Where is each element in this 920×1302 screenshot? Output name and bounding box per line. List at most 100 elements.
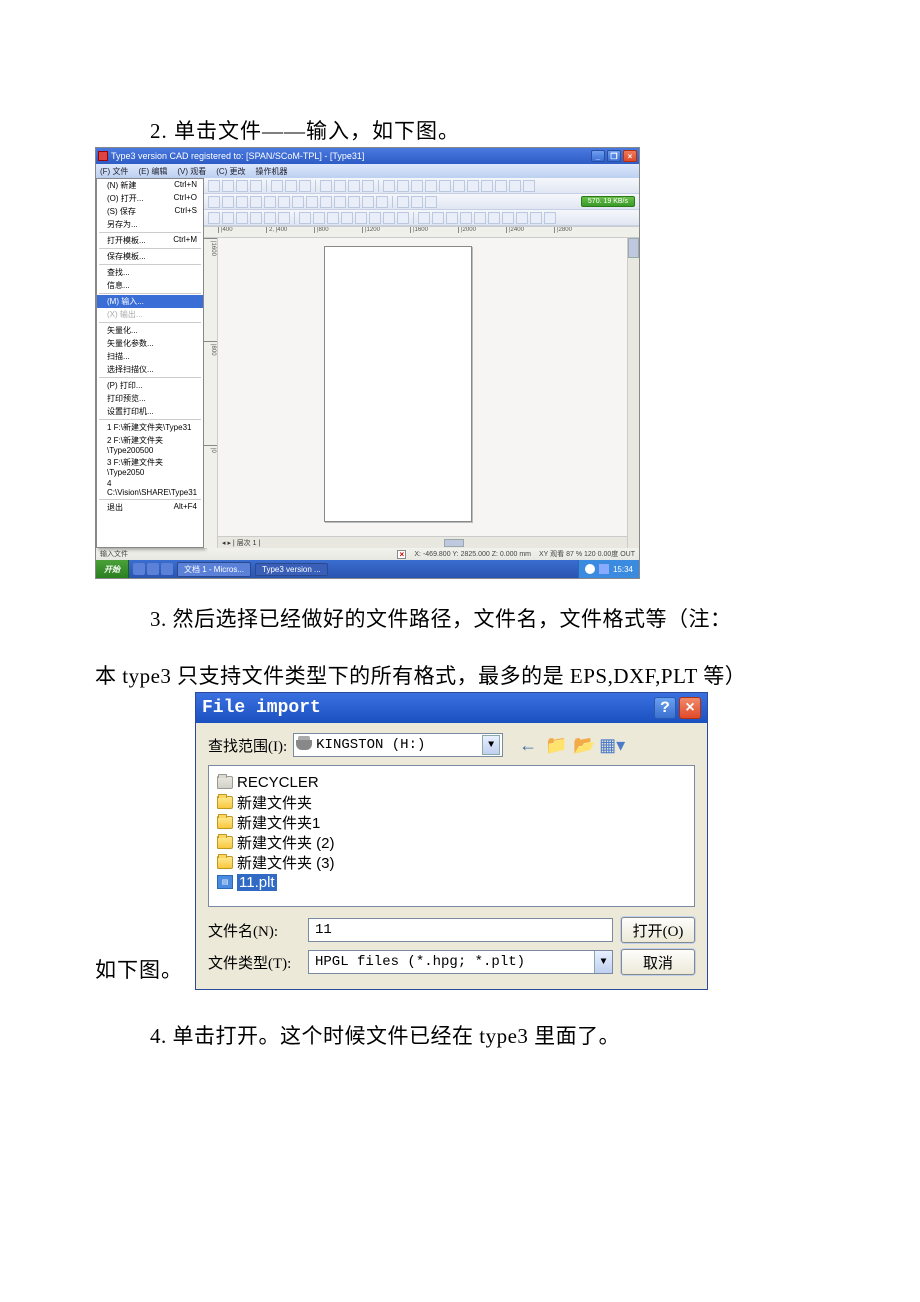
menu-modify[interactable]: (C) 更改	[216, 166, 245, 177]
tool-icon[interactable]	[362, 180, 374, 192]
menu-item-vector[interactable]: 矢量化...	[97, 324, 203, 337]
menu-item-print[interactable]: (P) 打印...	[97, 379, 203, 392]
menu-item-save-template[interactable]: 保存模板...	[97, 250, 203, 263]
tool-icon[interactable]	[425, 180, 437, 192]
menu-item-info[interactable]: 信息...	[97, 279, 203, 292]
tool-icon[interactable]	[222, 196, 234, 208]
tool-icon[interactable]	[278, 212, 290, 224]
tool-icon[interactable]	[236, 180, 248, 192]
menu-item-save[interactable]: (S) 保存Ctrl+S	[97, 205, 203, 218]
tool-icon[interactable]	[208, 180, 220, 192]
menu-machine[interactable]: 操作机器	[256, 166, 288, 177]
quicklaunch-icon[interactable]	[133, 563, 145, 575]
tool-icon[interactable]	[334, 196, 346, 208]
menu-view[interactable]: (V) 观看	[177, 166, 206, 177]
tool-icon[interactable]	[292, 196, 304, 208]
tool-icon[interactable]	[313, 212, 325, 224]
canvas[interactable]: ◂ ▸ | 层次 1 |	[218, 238, 639, 548]
tool-icon[interactable]	[383, 180, 395, 192]
tool-icon[interactable]	[271, 180, 283, 192]
dropdown-arrow-icon[interactable]: ▼	[482, 735, 500, 755]
tool-icon[interactable]	[208, 212, 220, 224]
taskbar-item-word[interactable]: 文档 1 - Micros...	[177, 562, 251, 577]
tool-icon[interactable]	[341, 212, 353, 224]
tool-icon[interactable]	[488, 212, 500, 224]
tool-icon[interactable]	[439, 180, 451, 192]
tool-icon[interactable]	[530, 212, 542, 224]
tool-icon[interactable]	[509, 180, 521, 192]
help-button[interactable]: ?	[654, 697, 676, 719]
tool-icon[interactable]	[222, 212, 234, 224]
tool-icon[interactable]	[495, 180, 507, 192]
open-button[interactable]: 打开(O)	[621, 917, 695, 943]
view-menu-icon[interactable]: ▦▾	[601, 734, 623, 756]
tool-icon[interactable]	[369, 212, 381, 224]
list-item[interactable]: 新建文件夹 (3)	[217, 852, 686, 872]
tool-icon[interactable]	[355, 212, 367, 224]
tool-icon[interactable]	[264, 212, 276, 224]
tool-icon[interactable]	[236, 212, 248, 224]
tool-icon[interactable]	[348, 196, 360, 208]
menu-edit[interactable]: (E) 编辑	[138, 166, 167, 177]
tool-icon[interactable]	[208, 196, 220, 208]
up-folder-icon[interactable]: 📁	[545, 734, 567, 756]
lookin-combo[interactable]: KINGSTON (H:) ▼	[293, 733, 503, 757]
tool-icon[interactable]	[320, 196, 332, 208]
tool-icon[interactable]	[376, 196, 388, 208]
file-list[interactable]: RECYCLER 新建文件夹 新建文件夹1 新建文件夹 (2) 新建文件夹 (3…	[208, 765, 695, 907]
taskbar-item-type3[interactable]: Type3 version ...	[255, 563, 328, 576]
tray-icon[interactable]	[585, 564, 595, 574]
menu-item-recent-2[interactable]: 2 F:\新建文件夹\Type200500	[97, 434, 203, 456]
tool-icon[interactable]	[334, 180, 346, 192]
tool-icon[interactable]	[502, 212, 514, 224]
new-folder-icon[interactable]: 📂	[573, 734, 595, 756]
menu-item-exit[interactable]: 退出Alt+F4	[97, 501, 203, 514]
menu-item-print-setup[interactable]: 设置打印机...	[97, 405, 203, 418]
menu-item-saveas[interactable]: 另存为...	[97, 218, 203, 231]
menu-item-new[interactable]: (N) 新建Ctrl+N	[97, 179, 203, 192]
menu-item-recent-4[interactable]: 4 C:\Vision\SHARE\Type31	[97, 478, 203, 498]
tool-icon[interactable]	[306, 196, 318, 208]
tool-icon[interactable]	[411, 180, 423, 192]
scrollbar-vertical[interactable]	[627, 238, 639, 548]
tool-icon[interactable]	[516, 212, 528, 224]
list-item[interactable]: 新建文件夹 (2)	[217, 832, 686, 852]
tool-icon[interactable]	[446, 212, 458, 224]
tool-icon[interactable]	[278, 196, 290, 208]
dropdown-arrow-icon[interactable]: ▼	[594, 951, 612, 973]
tool-icon[interactable]	[544, 212, 556, 224]
close-button[interactable]: ×	[623, 150, 637, 162]
scrollbar-horizontal[interactable]: ◂ ▸ | 层次 1 |	[218, 536, 627, 548]
minimize-button[interactable]: _	[591, 150, 605, 162]
tool-icon[interactable]	[397, 196, 409, 208]
list-item-selected[interactable]: ▤11.plt	[217, 872, 686, 892]
tool-icon[interactable]	[250, 196, 262, 208]
filetype-combo[interactable]: HPGL files (*.hpg; *.plt) ▼	[308, 950, 613, 974]
list-item[interactable]: RECYCLER	[217, 772, 686, 792]
tool-icon[interactable]	[250, 212, 262, 224]
tool-icon[interactable]	[299, 180, 311, 192]
list-item[interactable]: 新建文件夹	[217, 792, 686, 812]
tool-icon[interactable]	[250, 180, 262, 192]
menu-item-open-template[interactable]: 打开模板...Ctrl+M	[97, 234, 203, 247]
menu-item-recent-3[interactable]: 3 F:\新建文件夹\Type2050	[97, 456, 203, 478]
tool-icon[interactable]	[460, 212, 472, 224]
menu-item-import[interactable]: (M) 输入...	[97, 295, 203, 308]
tool-icon[interactable]	[236, 196, 248, 208]
back-icon[interactable]: ←	[517, 734, 539, 756]
menu-file[interactable]: (F) 文件	[100, 166, 128, 177]
tool-icon[interactable]	[481, 180, 493, 192]
tray-icon[interactable]	[599, 564, 609, 574]
tool-icon[interactable]	[425, 196, 437, 208]
cancel-button[interactable]: 取消	[621, 949, 695, 975]
menu-item-select-scanner[interactable]: 选择扫描仪...	[97, 363, 203, 376]
tool-icon[interactable]	[432, 212, 444, 224]
menu-item-find[interactable]: 查找...	[97, 266, 203, 279]
menu-item-recent-1[interactable]: 1 F:\新建文件夹\Type31	[97, 421, 203, 434]
tool-icon[interactable]	[320, 180, 332, 192]
menu-item-scan[interactable]: 扫描...	[97, 350, 203, 363]
tool-icon[interactable]	[397, 180, 409, 192]
tool-icon[interactable]	[222, 180, 234, 192]
maximize-button[interactable]: ❐	[607, 150, 621, 162]
quicklaunch-icon[interactable]	[147, 563, 159, 575]
